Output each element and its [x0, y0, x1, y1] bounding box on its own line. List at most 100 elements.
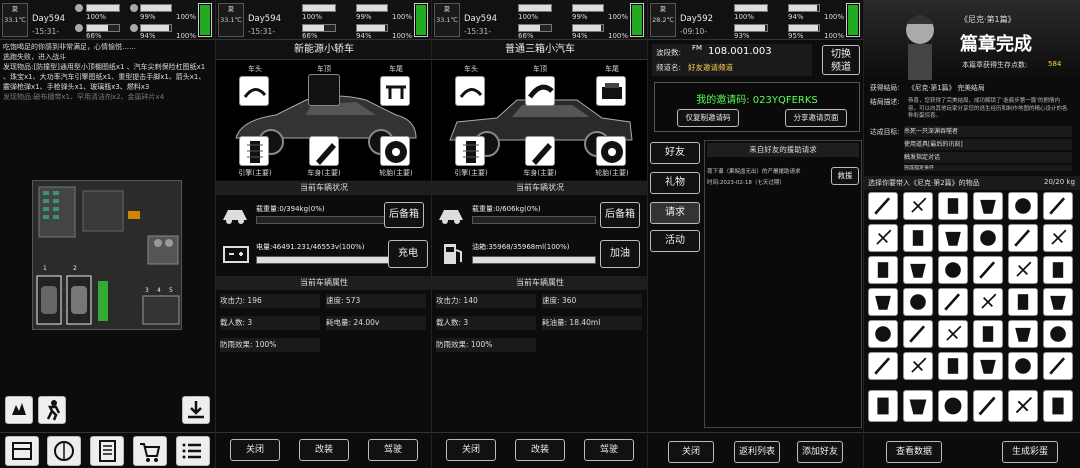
- drive-button[interactable]: 驾驶: [368, 439, 418, 461]
- event-log: 吃饱喝足的你感到非常满足，心情愉悦…… 逃跑失败，进入战斗 发现物品:[防撞型]…: [3, 42, 213, 102]
- copy-code-button[interactable]: 仅复制邀请码: [677, 109, 739, 127]
- rescue-button[interactable]: 救援: [831, 167, 859, 185]
- carry-item-slot[interactable]: [868, 256, 898, 284]
- carry-item-slot[interactable]: [868, 352, 898, 380]
- slot-engine[interactable]: [455, 136, 485, 166]
- notebook-button[interactable]: [90, 436, 124, 466]
- rebate-list-button[interactable]: 返利列表: [734, 441, 780, 463]
- item-icon: [981, 293, 997, 309]
- trunk-button[interactable]: 后备箱: [600, 202, 640, 228]
- switch-channel-button[interactable]: 切换 频道: [822, 45, 860, 75]
- storage-button[interactable]: [5, 436, 39, 466]
- carry-item-slot[interactable]: [973, 256, 1003, 284]
- carry-item-slot[interactable]: [1008, 256, 1038, 284]
- carry-item-slot[interactable]: [938, 352, 968, 380]
- clock: -15:31-: [464, 27, 492, 36]
- carry-item-slot[interactable]: [973, 192, 1003, 220]
- carry-item-slot[interactable]: [868, 320, 898, 348]
- run-button[interactable]: [38, 396, 66, 424]
- slot-rear[interactable]: [596, 76, 626, 106]
- shop-button[interactable]: [133, 436, 167, 466]
- share-page-button[interactable]: 分享邀请页面: [785, 109, 847, 127]
- carry-item-slot[interactable]: [973, 352, 1003, 380]
- carry-item-slot[interactable]: [938, 256, 968, 284]
- carry-item-slot[interactable]: [938, 288, 968, 316]
- close-button[interactable]: 关闭: [230, 439, 280, 461]
- selected-item-slot[interactable]: [1043, 390, 1073, 422]
- slot-roof[interactable]: [525, 76, 555, 106]
- goal-item: 杀死一只深渊吞噬者: [904, 126, 1072, 137]
- carry-item-slot[interactable]: [1008, 192, 1038, 220]
- slot-front-bumper[interactable]: [239, 76, 269, 106]
- carry-item-slot[interactable]: [938, 224, 968, 252]
- tab-activities[interactable]: 活动: [650, 230, 700, 252]
- modify-button[interactable]: 改装: [515, 439, 565, 461]
- carry-item-slot[interactable]: [973, 288, 1003, 316]
- temperature-box: 夏 33.1℃: [434, 3, 460, 37]
- carry-item-slot[interactable]: [903, 352, 933, 380]
- carry-item-slot[interactable]: [1043, 192, 1073, 220]
- menu-list-button[interactable]: [176, 436, 210, 466]
- slot-roof-empty[interactable]: [308, 74, 340, 106]
- slot-body[interactable]: [525, 136, 555, 166]
- selected-item-slot[interactable]: [903, 390, 933, 422]
- battery-icon: [846, 3, 860, 37]
- slot-engine[interactable]: [239, 136, 269, 166]
- carry-item-slot[interactable]: [868, 192, 898, 220]
- download-icon: [188, 401, 204, 419]
- close-button[interactable]: 关闭: [668, 441, 714, 463]
- load-bar: [472, 216, 596, 224]
- spoiler-icon: [386, 85, 406, 99]
- carry-item-slot[interactable]: [1008, 224, 1038, 252]
- carry-item-slot[interactable]: [1008, 352, 1038, 380]
- slot-tire[interactable]: [596, 136, 626, 166]
- tab-gifts[interactable]: 礼物: [650, 172, 700, 194]
- selected-item-slot[interactable]: [973, 390, 1003, 422]
- carry-item-slot[interactable]: [868, 224, 898, 252]
- selected-item-slot[interactable]: [938, 390, 968, 422]
- drive-button[interactable]: 驾驶: [584, 439, 634, 461]
- carry-item-slot[interactable]: [973, 224, 1003, 252]
- modify-button[interactable]: 改装: [299, 439, 349, 461]
- carry-item-slot[interactable]: [1043, 320, 1073, 348]
- carry-item-slot[interactable]: [1008, 288, 1038, 316]
- carry-item-slot[interactable]: [868, 288, 898, 316]
- item-icon: [874, 197, 891, 215]
- carry-item-slot[interactable]: [938, 192, 968, 220]
- carry-item-slot[interactable]: [938, 320, 968, 348]
- selected-item-slot[interactable]: [1008, 390, 1038, 422]
- view-data-button[interactable]: 查看数据: [886, 441, 942, 463]
- carry-item-slot[interactable]: [1043, 288, 1073, 316]
- refuel-button[interactable]: 加油: [600, 240, 640, 268]
- close-button[interactable]: 关闭: [446, 439, 496, 461]
- request-list: 来自好友的援助请求 荷下谱（果皖卤无出）的产屠援助请求 时间:2023-02-1…: [704, 140, 862, 428]
- carry-item-slot[interactable]: [1043, 352, 1073, 380]
- carry-item-slot[interactable]: [903, 288, 933, 316]
- carry-item-slot[interactable]: [973, 320, 1003, 348]
- slot-tire[interactable]: [380, 136, 410, 166]
- tab-friends[interactable]: 好友: [650, 142, 700, 164]
- carry-item-slot[interactable]: [903, 224, 933, 252]
- pickup-button[interactable]: [182, 396, 210, 424]
- carry-item-slot[interactable]: [903, 256, 933, 284]
- tab-requests[interactable]: 请求: [650, 202, 700, 224]
- gesture-action-button[interactable]: [5, 396, 33, 424]
- carry-item-slot[interactable]: [1008, 320, 1038, 348]
- generate-easter-egg-button[interactable]: 生成彩蛋: [1002, 441, 1058, 463]
- day-counter: Day592: [680, 14, 714, 24]
- selected-item-slot[interactable]: [868, 390, 898, 422]
- carry-item-slot[interactable]: [903, 320, 933, 348]
- add-friend-button[interactable]: 添加好友: [797, 441, 843, 463]
- trunk-button[interactable]: 后备箱: [384, 202, 424, 228]
- base-map[interactable]: 1 2 3 4 5: [32, 180, 182, 330]
- carry-item-slot[interactable]: [1043, 224, 1073, 252]
- slot-front-bumper[interactable]: [455, 76, 485, 106]
- slot-rear-spoiler[interactable]: [380, 76, 410, 106]
- brain-button[interactable]: [47, 436, 81, 466]
- slot-body[interactable]: [309, 136, 339, 166]
- carry-item-slot[interactable]: [1043, 256, 1073, 284]
- charge-button[interactable]: 充电: [388, 240, 428, 268]
- item-icon: [1050, 295, 1066, 310]
- ending-info: 获得结局: 《尼克·第1篇》 完美结局 结局描述: 恭喜，您获得了完美结局，成功…: [868, 82, 1076, 174]
- carry-item-slot[interactable]: [903, 192, 933, 220]
